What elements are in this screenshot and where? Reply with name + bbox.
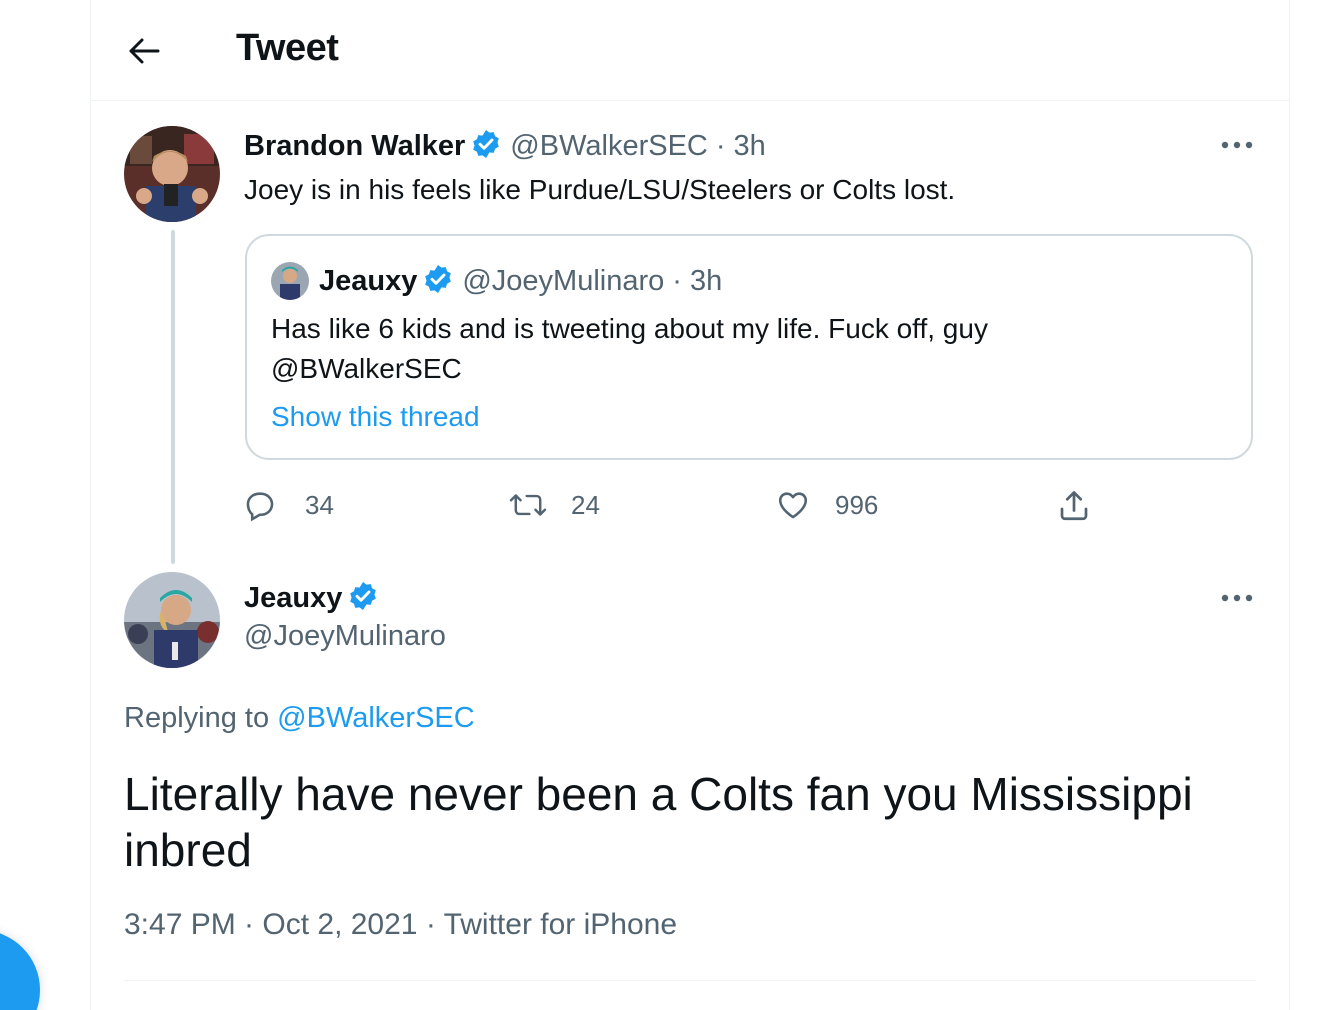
separator-dot: · [715, 130, 726, 162]
heart-icon [778, 492, 808, 519]
quoted-avatar [271, 262, 309, 300]
replying-to-mention[interactable]: @BWalkerSEC [277, 702, 475, 734]
author-handle[interactable]: @JoeyMulinaro [244, 620, 446, 653]
tweet-page: Tweet Brandon Walker @BWalkerSEC · 3h Jo… [0, 0, 1331, 1010]
back-button[interactable] [121, 28, 167, 74]
quoted-author-handle: @JoeyMulinaro [462, 265, 665, 297]
retweet-icon [509, 494, 547, 516]
reply-count: 34 [305, 489, 334, 520]
reply-button[interactable]: 34 [243, 488, 334, 522]
author-name[interactable]: Jeauxy [244, 582, 342, 615]
tweet-timestamp-source[interactable]: 3:47 PM · Oct 2, 2021 · Twitter for iPho… [124, 908, 677, 942]
quoted-tweet-time: 3h [689, 265, 723, 297]
author-name[interactable]: Brandon Walker [244, 130, 465, 163]
main-tweet-text: Literally have never been a Colts fan yo… [124, 768, 1193, 876]
like-count: 996 [835, 489, 879, 520]
tweet-time[interactable]: 3h [734, 130, 766, 163]
show-thread-link[interactable]: Show this thread [271, 397, 480, 437]
avatar-image-brandon [124, 126, 220, 222]
avatar[interactable] [124, 126, 220, 222]
quoted-author-name: Jeauxy [319, 265, 418, 297]
retweet-count: 24 [571, 489, 600, 520]
more-dots-icon [1221, 594, 1253, 602]
verified-badge-icon [347, 580, 379, 617]
quoted-tweet-mention[interactable]: @BWalkerSEC [271, 349, 462, 389]
separator-dot: · [672, 265, 682, 297]
main-tweet-header: Jeauxy [244, 580, 379, 617]
author-handle[interactable]: @BWalkerSEC [510, 130, 708, 163]
quoted-tweet-text-line1: Has like 6 kids and is tweeting about my… [271, 313, 988, 344]
tweet-text: Joey is in his feels like Purdue/LSU/Ste… [244, 174, 956, 205]
page-header: Tweet [91, 0, 1289, 101]
divider [124, 980, 1256, 981]
verified-badge-icon [422, 263, 454, 300]
avatar-image-jeauxy-small [271, 262, 309, 300]
more-options-button[interactable] [1215, 130, 1259, 160]
quoted-tweet-card[interactable]: Jeauxy @JoeyMulinaro · 3h Has like 6 kid… [245, 234, 1253, 460]
back-arrow-icon [129, 38, 160, 64]
more-options-button[interactable] [1215, 583, 1259, 613]
compose-tweet-button[interactable] [0, 930, 40, 1010]
share-button[interactable] [1056, 488, 1092, 524]
replying-to-line: Replying to @BWalkerSEC [124, 702, 475, 735]
thread-connector-line [171, 230, 175, 564]
more-dots-icon [1221, 141, 1253, 149]
page-title: Tweet [236, 27, 339, 69]
quoting-tweet-header: Brandon Walker @BWalkerSEC · 3h [244, 128, 766, 165]
avatar[interactable] [124, 572, 220, 668]
avatar-image-jeauxy [124, 572, 220, 668]
replying-to-label: Replying to [124, 702, 278, 734]
like-button[interactable]: 996 [775, 488, 878, 522]
share-icon [1060, 491, 1088, 521]
quoted-tweet-header: Jeauxy @JoeyMulinaro · 3h [319, 263, 722, 300]
reply-icon [246, 492, 274, 522]
retweet-button[interactable]: 24 [509, 488, 600, 522]
main-column: Tweet Brandon Walker @BWalkerSEC · 3h Jo… [90, 0, 1290, 1010]
verified-badge-icon [470, 128, 502, 165]
